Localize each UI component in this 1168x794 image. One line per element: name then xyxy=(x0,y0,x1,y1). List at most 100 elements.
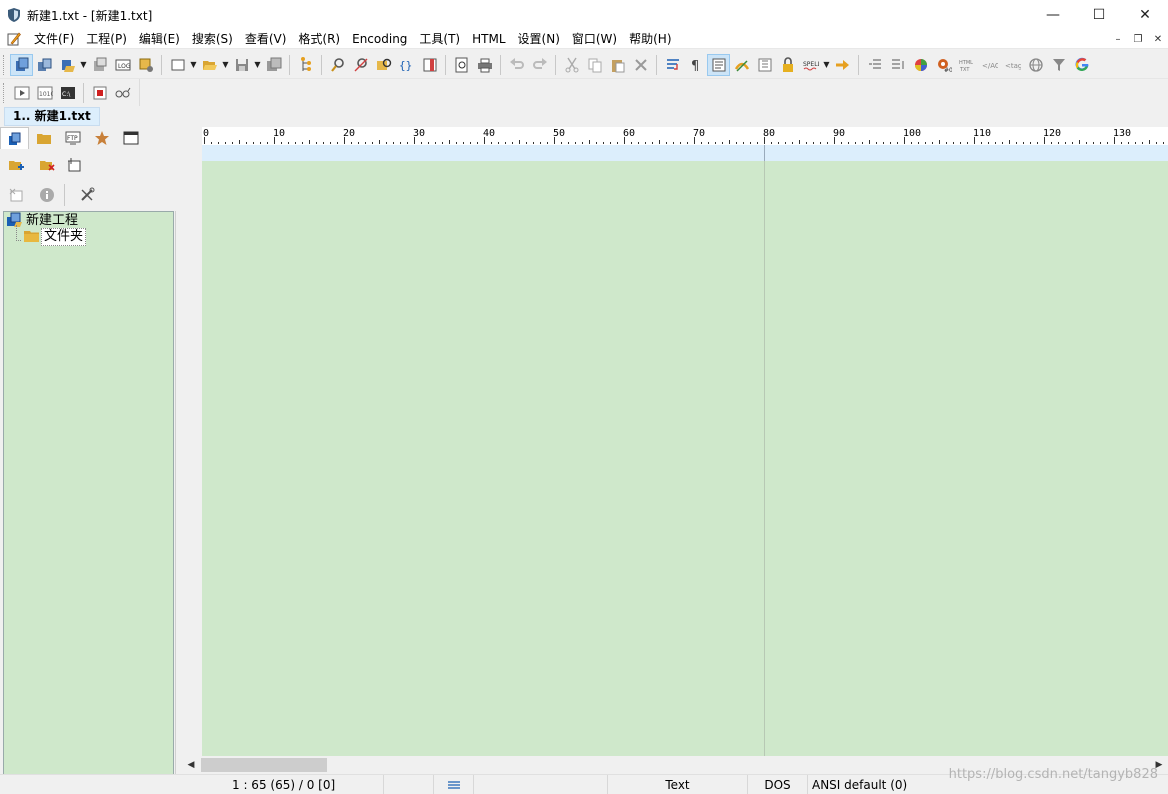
status-encoding[interactable]: ANSI default (0) xyxy=(808,775,938,794)
ruler-label: 30 xyxy=(413,128,425,139)
remove-folder-icon[interactable] xyxy=(35,154,58,176)
status-line-ending[interactable]: DOS xyxy=(748,774,808,794)
ruler-label: 10 xyxy=(273,128,285,139)
log-icon[interactable]: LOG xyxy=(111,54,134,76)
glasses-icon[interactable] xyxy=(111,82,134,104)
color-palette-icon[interactable]: #0 xyxy=(932,54,955,76)
add-file-icon[interactable] xyxy=(62,154,85,176)
delete-icon[interactable] xyxy=(629,54,652,76)
mdi-close-button[interactable]: ✕ xyxy=(1148,31,1168,47)
maximize-button[interactable]: ☐ xyxy=(1076,0,1122,30)
stop-record-icon[interactable] xyxy=(88,82,111,104)
favorites-tab-icon[interactable] xyxy=(87,127,116,149)
toolbar-separator xyxy=(161,54,162,75)
save-dropdown[interactable]: ▼ xyxy=(253,54,262,76)
undo-icon[interactable] xyxy=(505,54,528,76)
new-tab-icon[interactable] xyxy=(88,54,111,76)
spell-icon[interactable]: SPELL xyxy=(799,54,822,76)
status-wrap-icon[interactable] xyxy=(434,774,474,794)
column-mode-icon[interactable] xyxy=(418,54,441,76)
google-icon[interactable] xyxy=(1070,54,1093,76)
ruler-label: 70 xyxy=(693,128,705,139)
toolbar-separator xyxy=(858,54,859,75)
save-icon[interactable] xyxy=(230,54,253,76)
close-button[interactable]: ✕ xyxy=(1122,0,1168,30)
hex-icon[interactable]: 1010 xyxy=(33,82,56,104)
play-macro-icon[interactable] xyxy=(10,82,33,104)
tree-node-folder[interactable]: 文件夹 xyxy=(16,225,87,246)
menu-encoding[interactable]: Encoding xyxy=(346,30,413,49)
new-file-icon[interactable] xyxy=(166,54,189,76)
copy-icon[interactable] xyxy=(583,54,606,76)
filter-icon[interactable] xyxy=(1047,54,1070,76)
settings-icon[interactable] xyxy=(75,184,98,206)
menu-window[interactable]: 窗口(W) xyxy=(566,30,623,49)
scroll-thumb[interactable] xyxy=(201,758,327,772)
open-project-dropdown[interactable]: ▼ xyxy=(79,54,88,76)
ftp-tab-icon[interactable]: FTP xyxy=(58,127,87,149)
redo-icon[interactable] xyxy=(528,54,551,76)
save-all-icon[interactable] xyxy=(262,54,285,76)
ruler-label: 130 xyxy=(1113,128,1131,139)
text-mode-icon[interactable] xyxy=(707,53,730,76)
menu-settings[interactable]: 设置(N) xyxy=(512,30,566,49)
highlight-icon[interactable] xyxy=(730,54,753,76)
new-file-dropdown[interactable]: ▼ xyxy=(189,54,198,76)
window-tab-icon[interactable] xyxy=(116,127,145,149)
open-project-icon[interactable] xyxy=(56,54,79,76)
open-file-icon[interactable] xyxy=(198,54,221,76)
menu-project[interactable]: 工程(P) xyxy=(80,30,133,49)
editor-area[interactable] xyxy=(202,161,1168,756)
tab-document-1[interactable]: 1.. 新建1.txt xyxy=(4,107,100,126)
find-in-files-icon[interactable] xyxy=(372,54,395,76)
spell-dropdown[interactable]: ▼ xyxy=(822,54,831,76)
goto-icon[interactable] xyxy=(831,54,854,76)
menu-format[interactable]: 格式(R) xyxy=(292,30,346,49)
menu-file[interactable]: 文件(F) xyxy=(28,30,80,49)
bracket-match-icon[interactable]: {} xyxy=(395,54,418,76)
open-file-dropdown[interactable]: ▼ xyxy=(221,54,230,76)
replace-icon[interactable] xyxy=(349,54,372,76)
tag-icon[interactable]: </AG xyxy=(978,54,1001,76)
bookmark-icon[interactable] xyxy=(753,54,776,76)
info-icon[interactable] xyxy=(35,184,58,206)
remove-file-icon[interactable] xyxy=(4,184,27,206)
menu-help[interactable]: 帮助(H) xyxy=(623,30,677,49)
cut-icon[interactable] xyxy=(560,54,583,76)
show-symbols-icon[interactable]: ¶ xyxy=(684,54,707,76)
add-folder-icon[interactable] xyxy=(4,154,27,176)
cmd-icon[interactable]: C:\ xyxy=(56,82,79,104)
plugin-icon[interactable] xyxy=(134,54,157,76)
menu-html[interactable]: HTML xyxy=(466,30,511,49)
minimize-button[interactable]: — xyxy=(1030,0,1076,30)
mdi-restore-button[interactable]: ❐ xyxy=(1128,31,1148,47)
tree-icon[interactable] xyxy=(294,54,317,76)
project-tab-icon[interactable] xyxy=(0,127,29,149)
print-preview-icon[interactable] xyxy=(450,54,473,76)
html-txt-icon[interactable]: HTML TXT xyxy=(955,54,978,76)
folder-tab-icon[interactable] xyxy=(29,127,58,149)
menu-edit[interactable]: 编辑(E) xyxy=(133,30,186,49)
mdi-minimize-button[interactable]: – xyxy=(1108,31,1128,47)
tag-close-icon[interactable]: <tag xyxy=(1001,54,1024,76)
menu-view[interactable]: 查看(V) xyxy=(239,30,293,49)
print-icon[interactable] xyxy=(473,54,496,76)
web-icon[interactable] xyxy=(1024,54,1047,76)
menu-search[interactable]: 搜索(S) xyxy=(186,30,239,49)
toolbar-grip[interactable] xyxy=(3,83,7,103)
unindent-icon[interactable] xyxy=(886,54,909,76)
scroll-left-icon[interactable]: ◀ xyxy=(182,756,200,774)
project-view-icon[interactable] xyxy=(10,53,33,76)
app-shield-icon xyxy=(7,7,21,23)
lock-icon[interactable] xyxy=(776,54,799,76)
toolbar-grip[interactable] xyxy=(3,54,7,75)
word-wrap-icon[interactable] xyxy=(661,54,684,76)
toolbar-separator xyxy=(445,54,446,75)
menu-tools[interactable]: 工具(T) xyxy=(413,30,466,49)
status-mode[interactable]: Text xyxy=(608,774,748,794)
color-picker-icon[interactable] xyxy=(909,54,932,76)
paste-icon[interactable] xyxy=(606,54,629,76)
indent-icon[interactable] xyxy=(863,54,886,76)
workspace-icon[interactable] xyxy=(33,54,56,76)
find-icon[interactable] xyxy=(326,54,349,76)
